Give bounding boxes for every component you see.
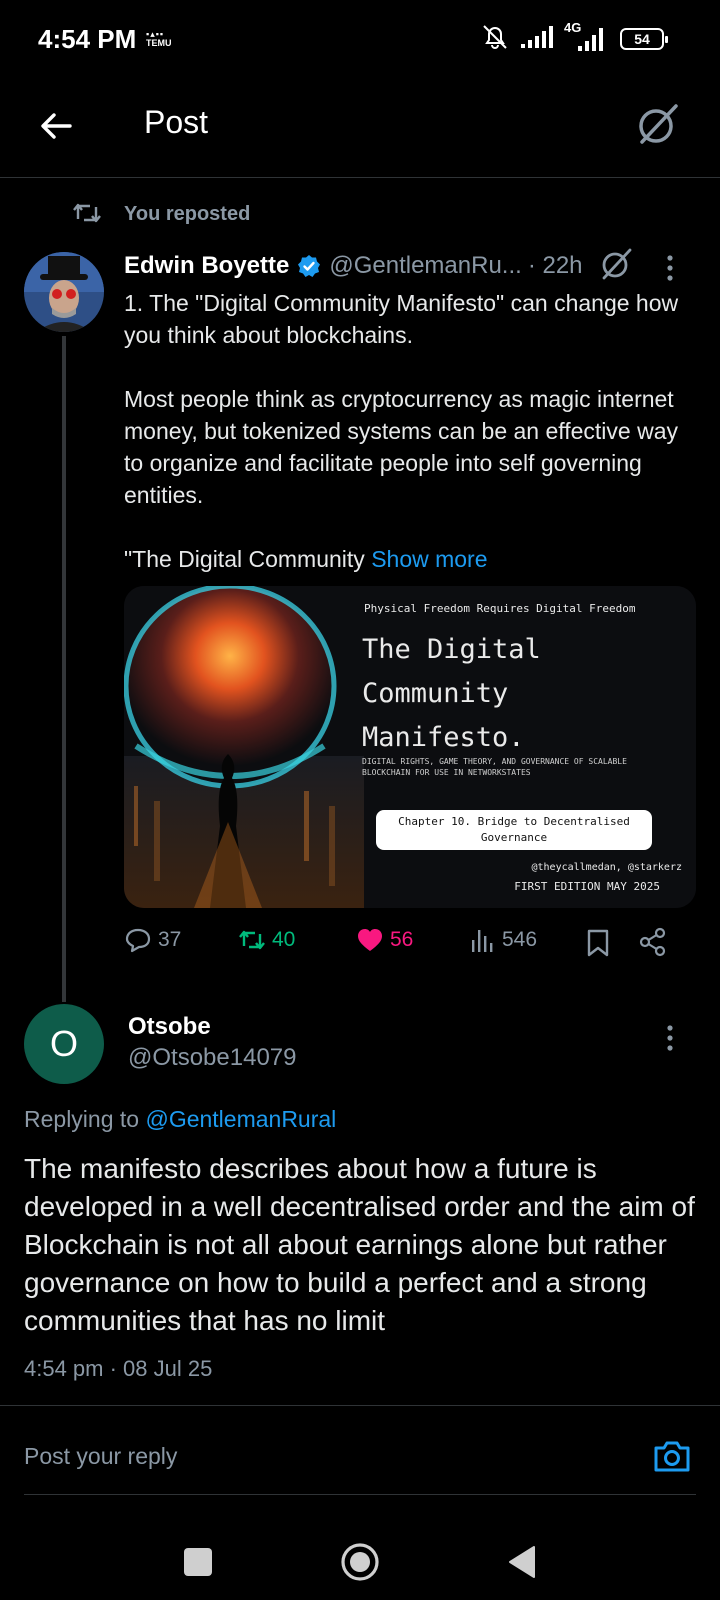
reply-author-handle[interactable]: @Otsobe14079 (128, 1044, 296, 1072)
post-media-image[interactable]: Physical Freedom Requires Digital Freedo… (124, 586, 696, 908)
bookmark-icon[interactable] (584, 928, 612, 958)
author-handle[interactable]: @GentlemanRu... (329, 252, 521, 280)
reply-author-name[interactable]: Otsobe (128, 1013, 211, 1041)
repost-count: 40 (272, 928, 296, 951)
share-icon[interactable] (638, 927, 668, 957)
avatar[interactable]: O (24, 1004, 104, 1084)
post-text[interactable]: 1. The "Digital Community Manifesto" can… (124, 287, 684, 575)
replying-to-mention[interactable]: @GentlemanRural (145, 1106, 336, 1132)
page-title: Post (144, 104, 209, 140)
system-navigation-bar (0, 1510, 720, 1600)
grok-icon[interactable] (598, 246, 634, 282)
views-count: 546 (502, 928, 538, 951)
verified-badge-icon (298, 255, 321, 277)
reply-text: The manifesto describes about how a futu… (24, 1153, 695, 1336)
post-paragraph: "The Digital Community Show more (124, 543, 684, 575)
repost-label: You reposted (124, 203, 251, 225)
reply-input[interactable]: Post your reply (24, 1443, 177, 1470)
back-triangle-icon[interactable] (506, 1544, 538, 1580)
post-time: · 22h (527, 252, 583, 279)
post-paragraph: 1. The "Digital Community Manifesto" can… (124, 290, 679, 348)
avatar[interactable] (24, 252, 104, 332)
reply-timestamp: 4:54 pm · 08 Jul 25 (24, 1356, 213, 1381)
like-count: 56 (390, 928, 414, 951)
more-options-icon[interactable] (666, 254, 674, 282)
repost-icon (73, 203, 101, 223)
views-button[interactable]: 546 (468, 926, 537, 954)
home-icon[interactable] (340, 1542, 380, 1582)
status-bar: 4:54 PM ▪▴▪▪ TEMU 4G 54 (0, 0, 720, 80)
media-chapter-label: Chapter 10. Bridge to Decentralised Gove… (376, 810, 652, 850)
post-paragraph: Most people think as cryptocurrency as m… (124, 386, 678, 508)
reply-count: 37 (158, 928, 182, 951)
repost-button[interactable]: 40 (238, 926, 295, 954)
reply-button[interactable]: 37 (124, 926, 181, 954)
show-more-link[interactable]: Show more (371, 546, 487, 572)
temu-notification-icon: ▪▴▪▪ TEMU (146, 29, 172, 48)
media-credit: @theycallmedan, @starkerz (531, 862, 682, 873)
media-subtitle: DIGITAL RIGHTS, GAME THEORY, AND GOVERNA… (362, 757, 627, 777)
composer-divider (24, 1494, 696, 1495)
camera-icon[interactable] (652, 1436, 692, 1476)
author-name[interactable]: Edwin Boyette (124, 252, 289, 280)
like-button[interactable]: 56 (356, 926, 413, 954)
reply-icon (125, 928, 151, 953)
post-paragraph-text: "The Digital Community (124, 546, 372, 572)
more-options-icon[interactable] (666, 1024, 674, 1052)
media-edition: FIRST EDITION MAY 2025 (514, 880, 660, 893)
views-chart-icon (472, 930, 493, 952)
back-arrow-icon[interactable] (36, 106, 76, 146)
top-app-bar: Post (0, 90, 720, 178)
signal-icon (521, 26, 553, 48)
status-time: 4:54 PM (38, 24, 137, 54)
signal-4g-icon: 4G (564, 20, 608, 52)
media-top-line: Physical Freedom Requires Digital Freedo… (364, 602, 636, 615)
post-actions: 37 40 56 546 (124, 926, 684, 962)
recent-apps-icon[interactable] (184, 1548, 212, 1576)
grok-icon[interactable] (634, 100, 682, 148)
replying-prefix: Replying to (24, 1106, 146, 1132)
replying-to: Replying to @GentlemanRural (24, 1106, 336, 1133)
media-title: The Digital Community Manifesto. (362, 634, 541, 753)
thread-line (62, 336, 66, 1002)
mute-bell-icon (483, 25, 507, 49)
heart-icon (358, 929, 382, 951)
battery-icon: 54 (620, 28, 668, 50)
repost-icon (239, 930, 265, 950)
divider (0, 1405, 720, 1406)
